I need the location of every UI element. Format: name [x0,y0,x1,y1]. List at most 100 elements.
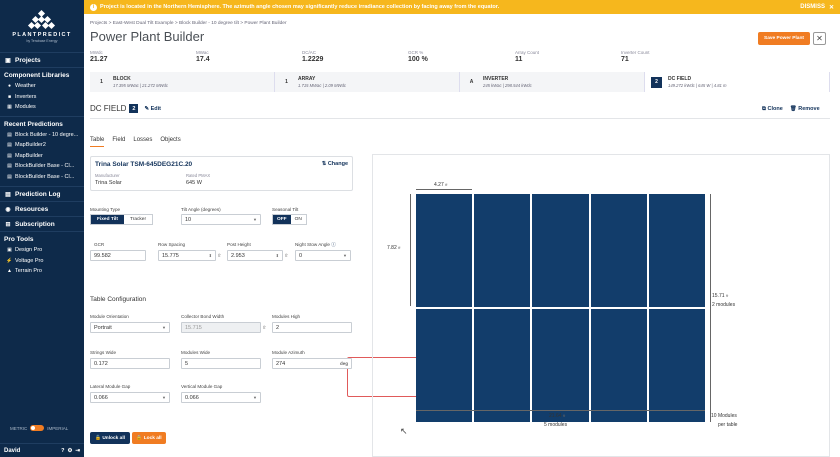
breadcrumb[interactable]: Projects > East-West Dual Tilt Example >… [90,21,287,26]
logo-icon [27,9,56,30]
module-orientation-label: Module Orientation [90,314,129,319]
module-panel [590,309,647,422]
row-spacing-value: 15.775 [162,252,179,259]
hierarchy-steps: 1 BLOCK 17.395 MWac | 21.272 MWdc 1 ARRAY 1.… [90,72,830,92]
row-spacing-input[interactable]: 15.775 ⬍ [158,250,216,261]
unit-switch[interactable] [30,425,45,431]
fixed-tilt-option[interactable]: Fixed Tilt [91,215,124,224]
module-height-dim: 7.82 ft [387,245,400,251]
step-dc-field[interactable]: 2 DC FIELD 149.272 kWdc | 645 W | 4.81 m [645,72,830,92]
change-module-button[interactable]: ⇅ Change [322,161,348,167]
save-power-plant-button[interactable]: Save Power Plant [758,32,810,45]
clone-button[interactable]: ⧉ Clone [762,106,783,113]
recent-item[interactable]: ▤ MapBuilder2 [0,140,84,151]
module-panel [474,194,531,307]
recent-item-label: MapBuilder [15,152,43,159]
remove-button[interactable]: 🗑 Remove [790,106,820,113]
stepper-icon: ⬍ [208,253,212,258]
nav-voltage-pro[interactable]: ⚡ Voltage Pro [0,256,84,267]
step-sub: 17.395 MWac | 21.272 MWdc [113,83,169,88]
logout-icon[interactable]: ⇥ [75,448,80,454]
modules-wide-input[interactable]: 5 [181,358,261,369]
modules-high-label: Modules High [272,314,301,319]
chevron-down-icon: ▼ [343,253,347,258]
tab-table[interactable]: Table [90,137,105,147]
remove-label: Remove [798,106,820,112]
step-inverter[interactable]: A INVERTER 245 kWac | 298.544 kWdc [460,72,645,92]
recent-item[interactable]: ▤ BlockBuilder Base - Cl... [0,161,84,172]
sidebar: PLANTPREDICT by Terabase Energy ▣ Project… [0,0,84,457]
stat-label: DC/AC [302,50,317,55]
nav-modules[interactable]: ▦ Modules [0,102,84,113]
seasonal-on-option[interactable]: ON [291,215,306,224]
stat-value: 1.2229 [302,56,324,63]
stat-value: 21.27 [90,56,108,63]
stat-value: 11 [515,56,523,63]
nav-modules-label: Modules [15,104,36,111]
manufacturer-value: Trina Solar [95,180,122,186]
nav-subscription-label: Subscription [15,220,55,228]
step-array[interactable]: 1 ARRAY 1.715 MWac | 2.09 MWdc [275,72,460,92]
nav-design-pro[interactable]: ▣ Design Pro [0,245,84,256]
nav-projects[interactable]: ▣ Projects [0,52,84,67]
terrain-icon: ▲ [7,268,12,275]
table-width-modules: 5 modules [544,422,568,428]
module-azimuth-label: Module Azimuth [272,350,305,355]
recent-item[interactable]: ▤ BlockBuilder Base - Cl... [0,172,84,183]
prediction-icon: ▤ [7,142,12,149]
edit-button[interactable]: ✎ Edit [144,106,161,112]
trash-icon: 🗑 [789,106,797,112]
close-builder-button[interactable]: ✕ [813,32,826,45]
step-sub: 1.715 MWac | 2.09 MWdc [298,83,347,88]
tab-losses[interactable]: Losses [133,137,152,147]
tab-field[interactable]: Field [112,137,125,147]
change-label: Change [327,161,348,167]
strings-wide-label: Strings Wide [90,350,117,355]
module-orientation-select[interactable]: Portrait ▼ [90,322,170,333]
dismiss-button[interactable]: DISMISS ✕ [800,4,834,11]
post-height-input[interactable]: 2.953 ⬍ [227,250,283,261]
seasonal-off-option[interactable]: OFF [273,215,291,224]
unlock-all-button[interactable]: 🔓 Unlock all [90,432,130,444]
nav-subscription[interactable]: ⊞ Subscription [0,216,84,231]
step-block[interactable]: 1 BLOCK 17.395 MWac | 21.272 MWdc [90,72,275,92]
nav-terrain-pro[interactable]: ▲ Terrain Pro [0,266,84,277]
prediction-icon: ▤ [7,131,12,138]
table-width-unit: ft [562,413,566,418]
tilt-angle-select[interactable]: 10 ▼ [181,214,261,225]
nav-prediction-log[interactable]: ▤ Prediction Log [0,186,84,201]
unit-toggle[interactable]: METRIC IMPERIAL [10,425,68,431]
help-icon[interactable]: ? [61,448,64,454]
table-width-line [416,410,705,411]
logo[interactable]: PLANTPREDICT by Terabase Energy [0,0,84,50]
recent-item[interactable]: ▤ MapBuilder [0,151,84,162]
nav-inverters[interactable]: ■ Inverters [0,92,84,103]
recent-item[interactable]: ▤ Block Builder - 10 degre... [0,130,84,141]
gcr-input[interactable]: 99.582 [90,250,146,261]
nav-resources[interactable]: ◉ Resources [0,201,84,216]
modules-high-input[interactable]: 2 [272,322,352,333]
nav-weather[interactable]: ● Weather [0,81,84,92]
dismiss-label: DISMISS [800,4,825,10]
stat-label: MWdc [90,50,103,55]
lock-all-button[interactable]: 🔒 Lock all [132,432,166,444]
log-icon: ▤ [5,191,11,198]
recent-item-label: Block Builder - 10 degre... [15,131,79,138]
info-icon[interactable]: ⓘ [331,242,336,247]
strings-wide-input[interactable]: 0.172 [90,358,170,369]
chevron-down-icon: ▼ [162,325,166,330]
seasonal-tilt-toggle: OFF ON [272,214,307,225]
stat-value: 71 [621,56,629,63]
prediction-icon: ▤ [7,173,12,180]
vertical-gap-select[interactable]: 0.066 ▼ [181,392,261,403]
stat-inverter-count: Inverter Count 71 [621,50,650,63]
night-stow-select[interactable]: 0 ▼ [295,250,351,261]
module-panel [648,309,705,422]
tracker-option[interactable]: Tracker [124,215,152,224]
tab-objects[interactable]: Objects [160,137,180,147]
lateral-gap-select[interactable]: 0.066 ▼ [90,392,170,403]
pmax-value: 645 W [186,180,202,186]
night-stow-label: Night Stow Angle ⓘ [295,242,336,248]
settings-icon[interactable]: ⚙ [67,448,72,454]
module-azimuth-input[interactable]: 274 deg [272,358,352,369]
